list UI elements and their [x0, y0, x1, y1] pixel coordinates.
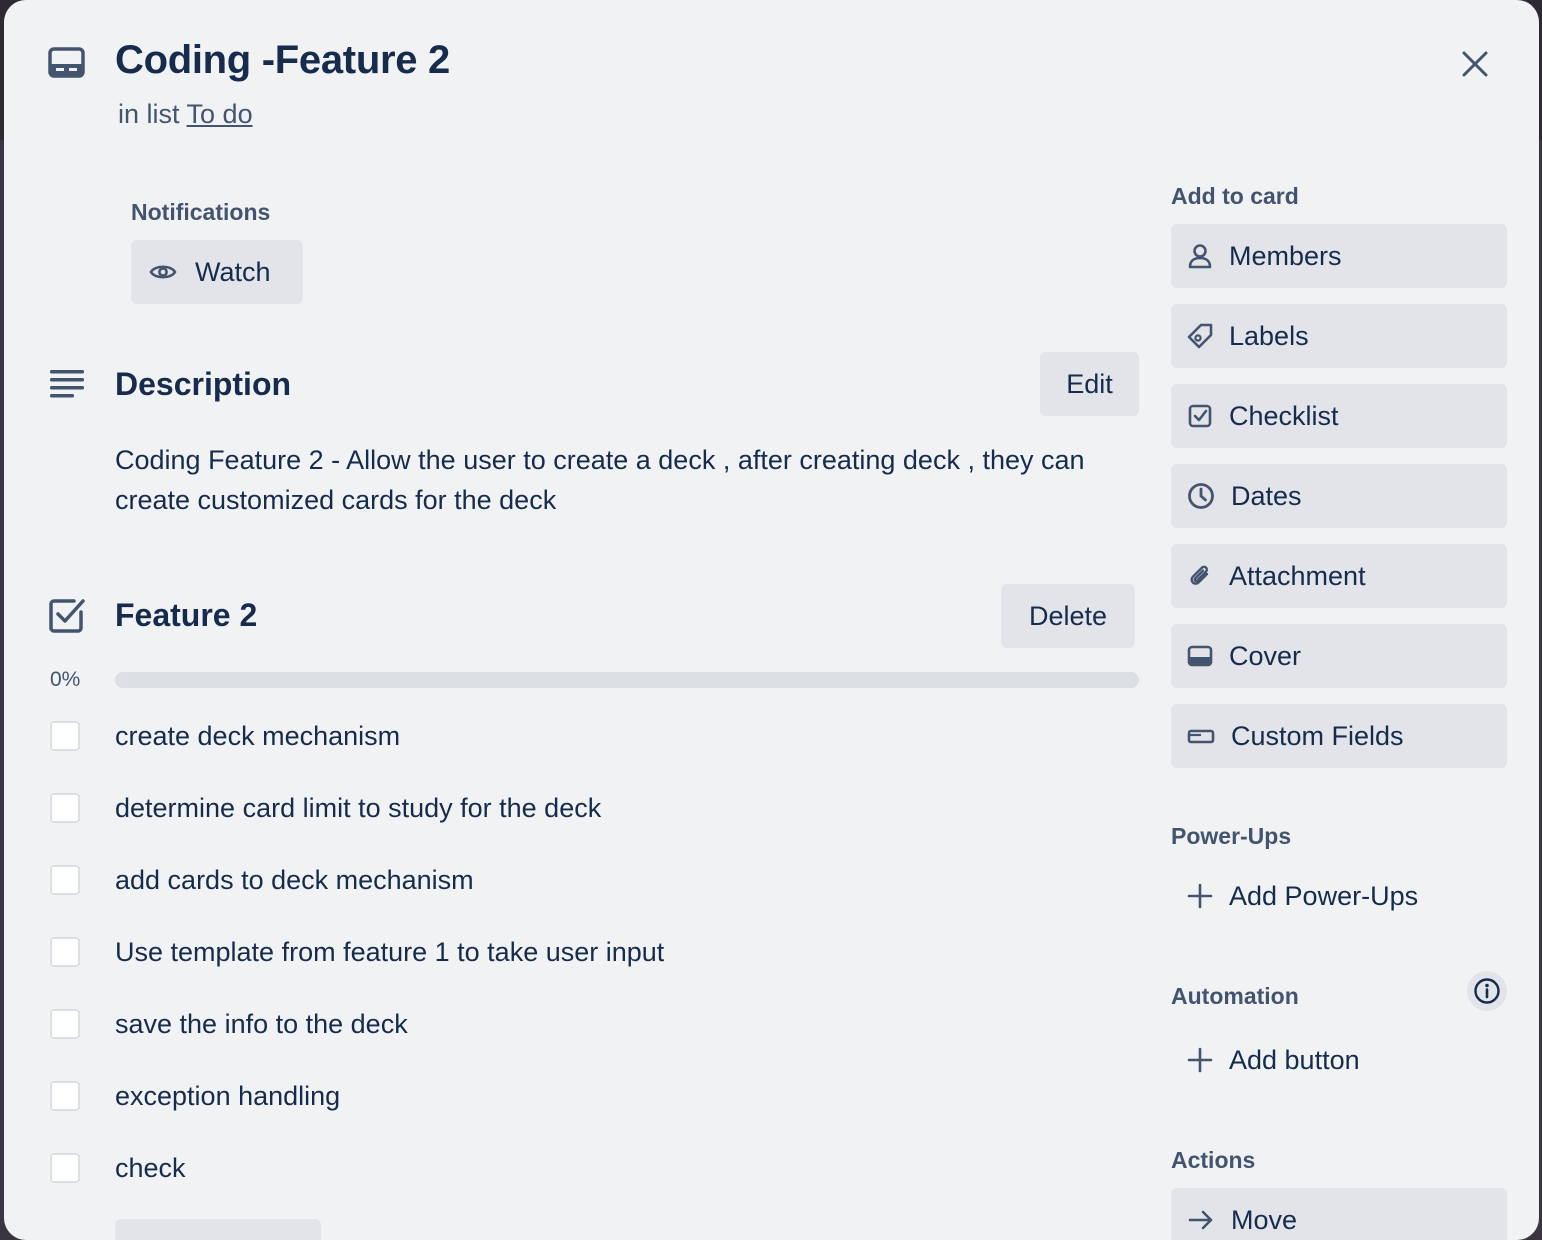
checklist-item-text[interactable]: exception handling	[115, 1081, 340, 1112]
checklist-item-text[interactable]: check	[115, 1153, 186, 1184]
dates-label: Dates	[1231, 480, 1302, 511]
notifications-heading: Notifications	[131, 199, 271, 225]
members-label: Members	[1229, 240, 1342, 271]
checklist-title[interactable]: Feature 2	[115, 597, 257, 634]
checklist-item-text[interactable]: save the info to the deck	[115, 1009, 408, 1040]
checklist-item[interactable]: check	[50, 1148, 186, 1188]
checklist-item[interactable]: determine card limit to study for the de…	[50, 788, 601, 828]
attachment-button[interactable]: Attachment	[1171, 544, 1507, 608]
dates-button[interactable]: Dates	[1171, 464, 1507, 528]
move-button[interactable]: Move	[1171, 1188, 1507, 1240]
move-label: Move	[1231, 1204, 1298, 1235]
checklist-button[interactable]: Checklist	[1171, 384, 1507, 448]
arrow-right-icon	[1187, 1208, 1215, 1232]
checklist-item[interactable]: save the info to the deck	[50, 1004, 408, 1044]
checklist-item[interactable]: Use template from feature 1 to take user…	[50, 932, 664, 972]
checklist-item-checkbox[interactable]	[50, 721, 80, 751]
custom-fields-icon	[1187, 726, 1215, 746]
add-automation-button[interactable]: Add button	[1171, 1030, 1360, 1090]
add-power-ups-button[interactable]: Add Power-Ups	[1171, 866, 1418, 926]
edit-label: Edit	[1066, 368, 1113, 399]
clock-icon	[1187, 482, 1215, 510]
checklist-item-text[interactable]: Use template from feature 1 to take user…	[115, 937, 664, 968]
description-icon	[48, 368, 86, 400]
custom-fields-button[interactable]: Custom Fields	[1171, 704, 1507, 768]
checklist-item-checkbox[interactable]	[50, 1009, 80, 1039]
checklist-item-checkbox[interactable]	[50, 865, 80, 895]
checklist-item-text[interactable]: add cards to deck mechanism	[115, 865, 474, 896]
cover-icon	[1187, 645, 1213, 667]
automation-info-button[interactable]	[1467, 971, 1507, 1011]
paperclip-icon	[1187, 563, 1213, 589]
cover-button[interactable]: Cover	[1171, 624, 1507, 688]
eye-icon	[149, 262, 177, 282]
checklist-icon	[48, 596, 86, 634]
add-item-button[interactable]	[115, 1219, 321, 1240]
card-icon	[48, 46, 86, 80]
tag-icon	[1187, 323, 1213, 349]
checklist-item[interactable]: exception handling	[50, 1076, 340, 1116]
add-button-label: Add button	[1229, 1044, 1360, 1075]
checklist-item-checkbox[interactable]	[50, 1153, 80, 1183]
plus-icon	[1187, 1047, 1213, 1073]
attachment-label: Attachment	[1229, 560, 1366, 591]
cover-label: Cover	[1229, 640, 1302, 671]
watch-label: Watch	[195, 256, 271, 287]
checklist-item[interactable]: add cards to deck mechanism	[50, 860, 474, 900]
labels-label: Labels	[1229, 320, 1309, 351]
progress-bar	[115, 672, 1139, 688]
members-button[interactable]: Members	[1171, 224, 1507, 288]
plus-icon	[1187, 883, 1213, 909]
edit-description-button[interactable]: Edit	[1040, 352, 1139, 416]
description-heading: Description	[115, 366, 292, 402]
delete-label: Delete	[1028, 600, 1108, 631]
labels-button[interactable]: Labels	[1171, 304, 1507, 368]
description-text[interactable]: Coding Feature 2 - Allow the user to cre…	[115, 440, 1125, 520]
checklist-item-text[interactable]: determine card limit to study for the de…	[115, 793, 601, 824]
list-location: in list To do	[118, 99, 253, 130]
checklist-item[interactable]: create deck mechanism	[50, 716, 400, 756]
actions-heading: Actions	[1171, 1147, 1256, 1173]
card-title[interactable]: Coding -Feature 2	[115, 38, 450, 83]
add-power-ups-label: Add Power-Ups	[1229, 880, 1419, 911]
checklist-item-checkbox[interactable]	[50, 793, 80, 823]
close-button[interactable]	[1451, 40, 1499, 88]
close-icon	[1461, 50, 1489, 78]
info-icon	[1473, 977, 1501, 1005]
person-icon	[1187, 243, 1213, 269]
list-prefix: in list	[118, 99, 187, 129]
list-link[interactable]: To do	[187, 99, 253, 129]
checklist-label: Checklist	[1229, 400, 1339, 431]
checklist-icon	[1187, 403, 1213, 429]
automation-heading: Automation	[1171, 983, 1299, 1009]
watch-button[interactable]: Watch	[131, 240, 303, 304]
checklist-item-checkbox[interactable]	[50, 937, 80, 967]
card-detail-modal: Coding -Feature 2 in list To do Notifica…	[4, 0, 1539, 1240]
add-to-card-heading: Add to card	[1171, 183, 1299, 209]
checklist-item-text[interactable]: create deck mechanism	[115, 721, 400, 752]
checklist-item-checkbox[interactable]	[50, 1081, 80, 1111]
power-ups-heading: Power-Ups	[1171, 823, 1292, 849]
progress-percent: 0%	[50, 668, 81, 691]
delete-checklist-button[interactable]: Delete	[1001, 584, 1135, 648]
custom-fields-label: Custom Fields	[1231, 720, 1404, 751]
